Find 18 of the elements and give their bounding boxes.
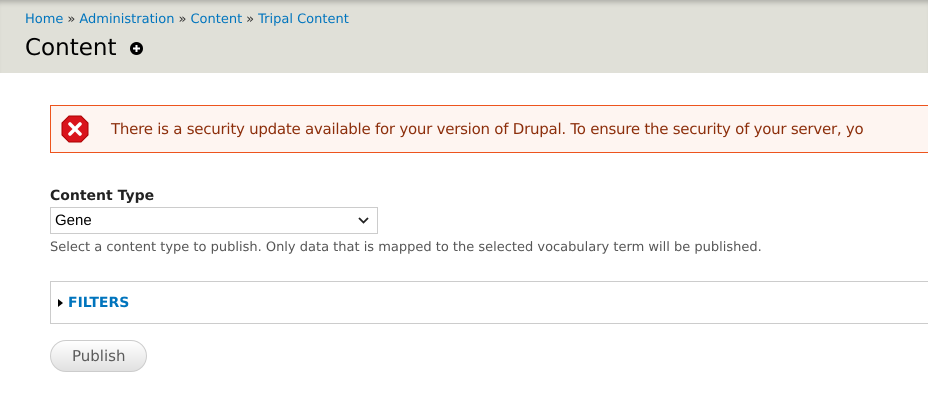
chevron-icon bbox=[358, 217, 369, 224]
add-shortcut-icon[interactable] bbox=[130, 42, 144, 54]
publish-button[interactable]: Publish bbox=[50, 340, 148, 372]
error-icon bbox=[61, 115, 89, 143]
breadcrumb-separator: » bbox=[246, 12, 254, 27]
breadcrumb-link[interactable]: Home bbox=[25, 12, 64, 27]
field-description: Select a content type to publish. Only data that is mapped to the selected vocabulary term will be published. bbox=[50, 240, 763, 255]
caret-right-icon bbox=[58, 298, 64, 306]
breadcrumb-link[interactable]: Content bbox=[190, 12, 242, 27]
message-text: There is a security update available for your version of Drupal. To ensure the security of your server, yo bbox=[111, 120, 864, 138]
breadcrumb-link[interactable]: Tripal Content bbox=[258, 12, 349, 27]
page-title: Content bbox=[25, 35, 116, 61]
breadcrumb-separator: » bbox=[178, 12, 186, 27]
breadcrumb-separator: » bbox=[67, 12, 76, 27]
filters-toggle[interactable]: FILTERS bbox=[58, 294, 130, 310]
breadcrumb-link[interactable]: Administration bbox=[79, 12, 174, 27]
content-type-select[interactable]: Gene bbox=[50, 207, 378, 234]
field-label: Content Type bbox=[50, 188, 156, 204]
